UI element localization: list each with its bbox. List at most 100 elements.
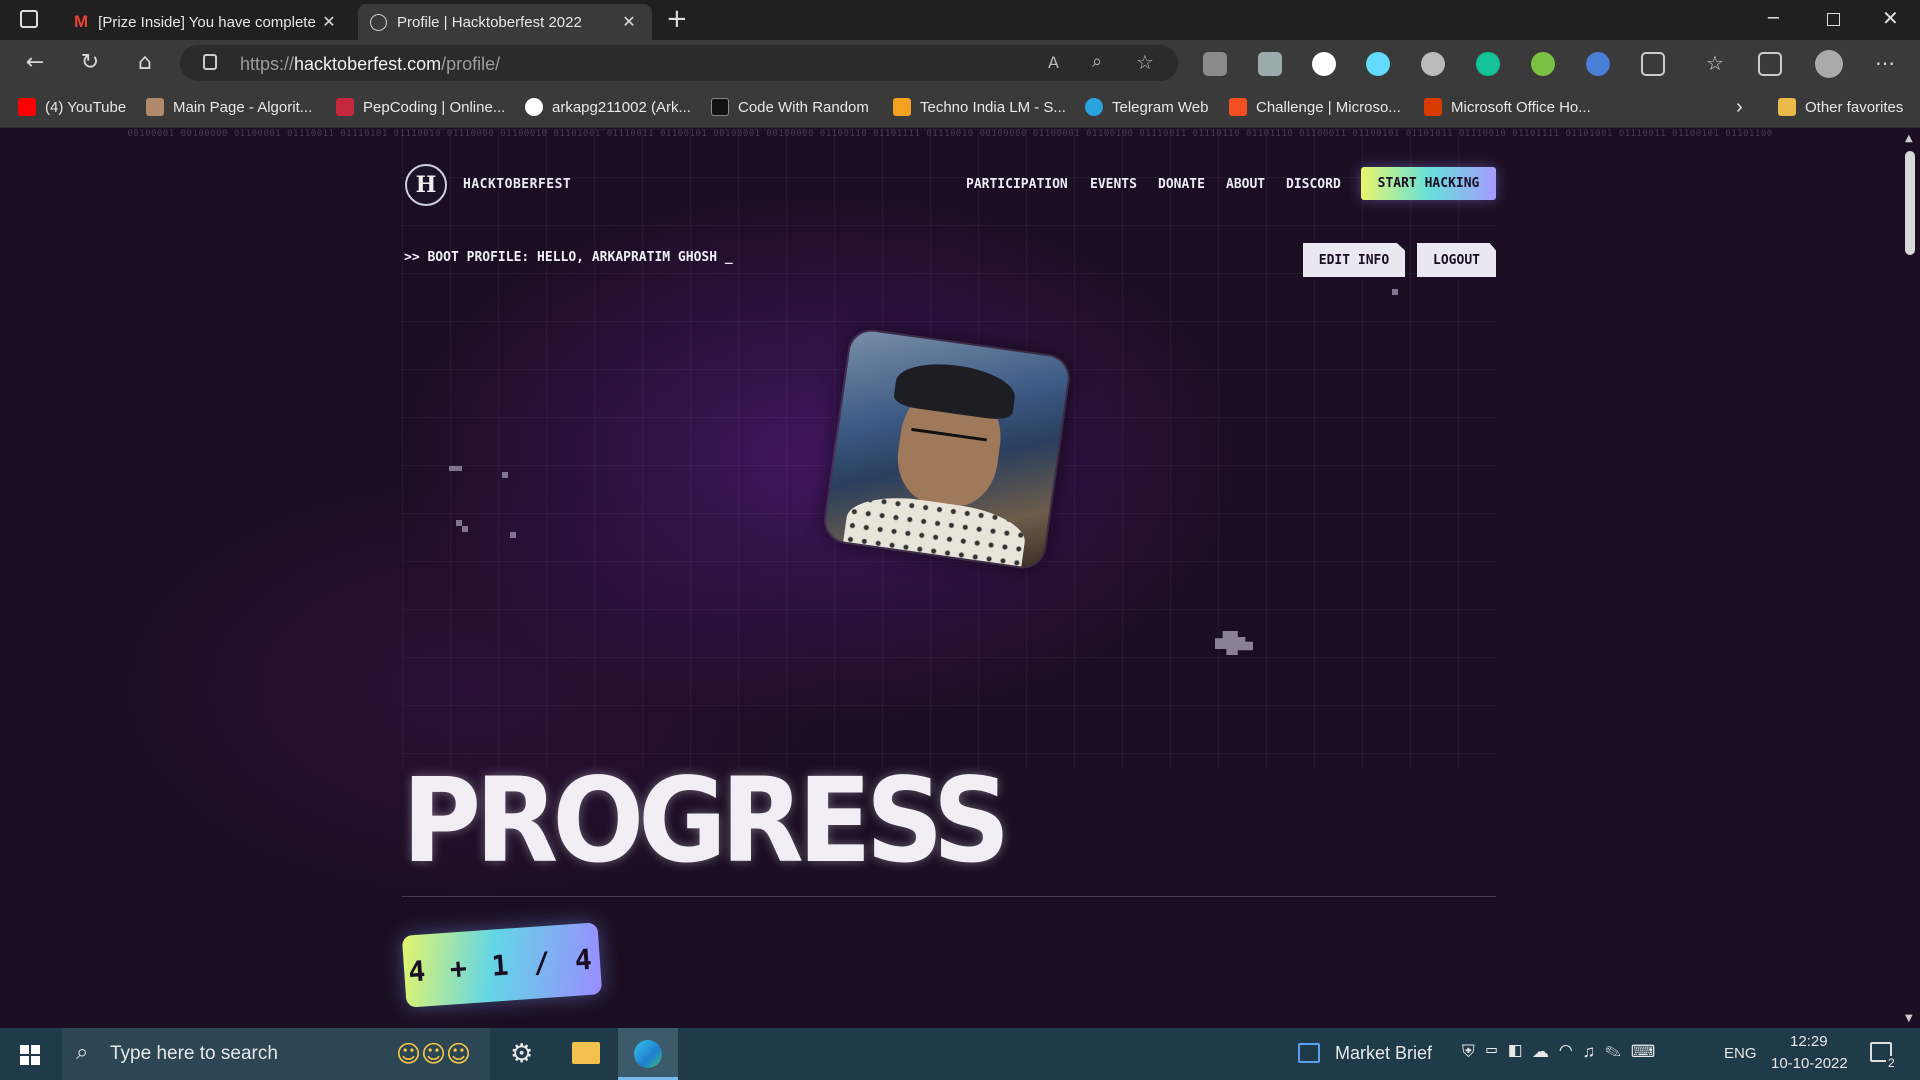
new-tab-icon[interactable]: +	[666, 4, 688, 34]
close-icon[interactable]: ✕	[618, 12, 640, 32]
favorite-item[interactable]: (4) YouTube	[18, 96, 126, 118]
news-icon[interactable]	[1298, 1043, 1320, 1063]
minimize-icon[interactable]: ─	[1768, 8, 1779, 29]
lock-icon	[203, 54, 217, 70]
system-tray-icons[interactable]: ⛨▭◧☁◠♫✎⌨	[1462, 1042, 1665, 1062]
boot-profile-text: >> BOOT PROFILE: HELLO, ARKAPRATIM GHOSH…	[404, 250, 733, 265]
scrollbar-thumb[interactable]	[1905, 151, 1915, 255]
search-placeholder: Type here to search	[110, 1043, 278, 1064]
settings-icon[interactable]: ⚙	[510, 1038, 533, 1069]
close-icon[interactable]: ✕	[318, 12, 340, 32]
extensions-puzzle-icon[interactable]	[1641, 52, 1665, 76]
hacktoberfest-logo[interactable]: H	[405, 164, 447, 206]
edge-logo-icon	[634, 1040, 662, 1068]
windows-start-icon[interactable]	[20, 1045, 40, 1065]
other-favorites[interactable]: Other favorites	[1778, 96, 1903, 118]
windows-taskbar: ⌕ Type here to search ☺☺☺ ⚙ Market Brief…	[0, 1028, 1920, 1080]
site-icon	[146, 98, 164, 116]
page-scrollbar[interactable]: ▲ ▼	[1900, 129, 1920, 1028]
microsoft-icon	[1229, 98, 1247, 116]
grammarly-icon[interactable]	[1476, 52, 1500, 76]
profile-avatar	[823, 328, 1071, 570]
edit-info-button[interactable]: EDIT INFO	[1303, 243, 1405, 277]
github-icon	[525, 98, 543, 116]
nav-discord[interactable]: DISCORD	[1286, 177, 1341, 192]
extension-icon[interactable]	[1531, 52, 1555, 76]
favorite-star-icon[interactable]: ☆	[1136, 50, 1154, 74]
favorite-item[interactable]: PepCoding | Online...	[336, 96, 505, 118]
back-icon[interactable]: ←	[20, 48, 50, 78]
file-explorer-icon[interactable]	[572, 1042, 600, 1064]
pixel-decoration	[502, 472, 508, 478]
youtube-icon	[18, 98, 36, 116]
binary-strip: 00100001 00100000 01100001 01110011 0111…	[127, 129, 1773, 139]
telegram-icon	[1085, 98, 1103, 116]
site-icon	[711, 98, 729, 116]
progress-score-badge: 4 + 1 / 4	[401, 922, 603, 1008]
scroll-up-icon[interactable]: ▲	[1905, 133, 1913, 144]
start-hacking-button[interactable]: START HACKING	[1361, 167, 1496, 200]
favorite-item[interactable]: Code With Random	[711, 96, 869, 118]
favorites-icon[interactable]: ☆	[1700, 48, 1730, 78]
home-icon[interactable]: ⌂	[130, 48, 160, 78]
favorite-item[interactable]: Microsoft Office Ho...	[1424, 96, 1591, 118]
taskbar-search-box[interactable]: ⌕ Type here to search ☺☺☺	[62, 1028, 490, 1080]
zoom-icon[interactable]: ⌕	[1092, 51, 1102, 72]
more-menu-icon[interactable]: ⋯	[1870, 48, 1900, 78]
logout-button[interactable]: LOGOUT	[1417, 243, 1496, 277]
pixel-decoration	[510, 532, 516, 538]
tab-title: Profile | Hacktoberfest 2022	[397, 13, 582, 31]
gmail-icon: M	[74, 12, 89, 31]
restore-icon[interactable]	[1827, 13, 1840, 26]
favorite-item[interactable]: Telegram Web	[1085, 96, 1208, 118]
office-icon	[1424, 98, 1442, 116]
emoji-search-highlight-icon: ☺☺☺	[396, 1040, 472, 1068]
clock-date[interactable]: 10-10-2022	[1771, 1055, 1848, 1072]
language-indicator[interactable]: ENG	[1724, 1045, 1757, 1062]
url-text: https://hacktoberfest.com/profile/	[240, 54, 501, 74]
pixel-decoration	[1392, 289, 1398, 295]
progress-heading: PROGRESS	[402, 754, 1010, 889]
extension-icon[interactable]	[1203, 52, 1227, 76]
clock-time[interactable]: 12:29	[1790, 1033, 1828, 1050]
brand-name[interactable]: HACKTOBERFEST	[463, 177, 571, 192]
globe-icon	[370, 13, 387, 31]
tab-gmail[interactable]: M [Prize Inside] You have complete ✕	[62, 4, 352, 40]
favorites-bar: (4) YouTube Main Page - Algorit... PepCo…	[0, 86, 1920, 128]
nav-events[interactable]: EVENTS	[1090, 177, 1137, 192]
favorite-item[interactable]: Techno India LM - S...	[893, 96, 1066, 118]
extension-icon[interactable]	[1312, 52, 1336, 76]
search-icon: ⌕	[76, 1040, 89, 1065]
nav-donate[interactable]: DONATE	[1158, 177, 1205, 192]
folder-icon	[1778, 98, 1796, 116]
chevron-right-icon[interactable]: ›	[1736, 96, 1743, 118]
collections-icon[interactable]	[1758, 52, 1782, 76]
nav-participation[interactable]: PARTICIPATION	[966, 177, 1068, 192]
favorite-item[interactable]: Main Page - Algorit...	[146, 96, 312, 118]
pixel-decoration	[462, 526, 468, 532]
refresh-icon[interactable]: ↻	[75, 48, 105, 78]
tab-actions-icon[interactable]	[20, 10, 38, 28]
scroll-down-icon[interactable]: ▼	[1905, 1013, 1913, 1024]
site-icon	[893, 98, 911, 116]
nav-about[interactable]: ABOUT	[1226, 177, 1265, 192]
react-devtools-icon[interactable]	[1366, 52, 1390, 76]
profile-avatar-icon[interactable]	[1815, 50, 1843, 78]
section-divider	[402, 896, 1496, 897]
tab-hacktoberfest[interactable]: Profile | Hacktoberfest 2022 ✕	[358, 4, 652, 40]
pixel-decoration	[449, 466, 462, 471]
market-brief-label[interactable]: Market Brief	[1335, 1043, 1432, 1064]
extension-icon[interactable]	[1586, 52, 1610, 76]
read-aloud-icon[interactable]: A	[1048, 53, 1059, 72]
site-icon	[336, 98, 354, 116]
extension-icon[interactable]	[1258, 52, 1282, 76]
address-bar[interactable]: https://hacktoberfest.com/profile/ A ⌕ ☆	[180, 45, 1178, 81]
tab-bar: M [Prize Inside] You have complete ✕ Pro…	[0, 0, 1920, 40]
window-close-icon[interactable]: ✕	[1882, 6, 1899, 30]
page-content: 00100001 00100000 01100001 01110011 0111…	[0, 129, 1900, 1028]
extension-icon[interactable]	[1421, 52, 1445, 76]
favorite-item[interactable]: Challenge | Microso...	[1229, 96, 1401, 118]
favorite-item[interactable]: arkapg211002 (Ark...	[525, 96, 691, 118]
notification-count-badge: 2	[1886, 1056, 1897, 1070]
browser-toolbar: ← ↻ ⌂ https://hacktoberfest.com/profile/…	[0, 40, 1920, 86]
